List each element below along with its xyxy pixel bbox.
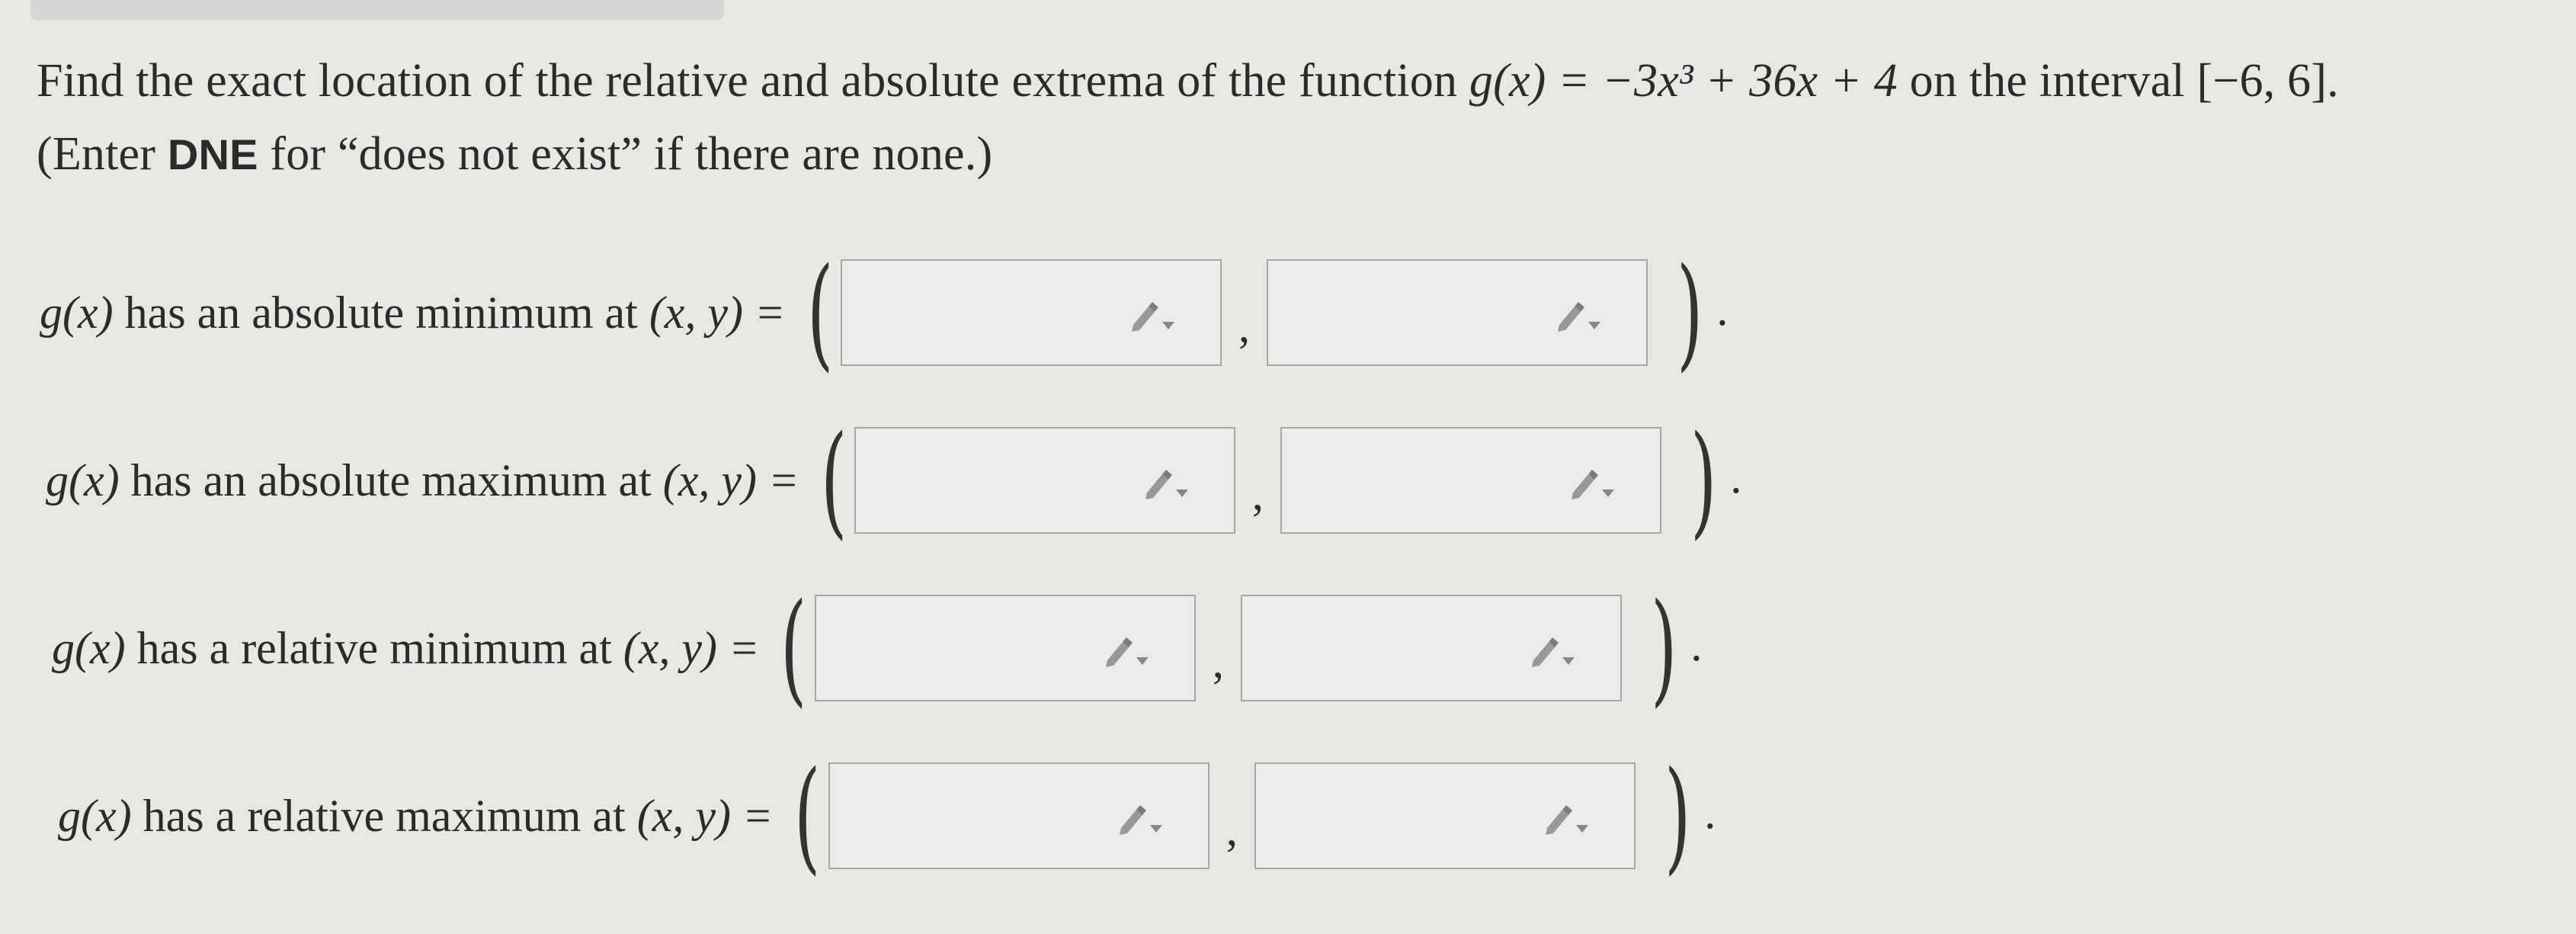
pencil-dropdown-icon[interactable] [1117,802,1165,836]
function-expression: g(x) = −3x³ + 36x + 4 [1469,55,1898,107]
relative-minimum-label: g(x) has a relative minimum at (x, y) = [52,622,760,673]
absolute-maximum-row: g(x) has an absolute maximum at (x, y) =… [46,416,1741,545]
open-paren: ( [794,744,821,887]
prompt-instruction-rest: for “does not exist” if there are none.) [258,128,993,180]
open-paren: ( [806,241,833,384]
open-paren: ( [780,576,807,719]
interval-expression: [−6, 6] [2196,55,2328,107]
prompt-line1-end: . [2327,55,2339,107]
absolute-maximum-x-box[interactable] [854,427,1235,534]
row-period: . [1716,284,1729,335]
coordinate-comma: , [1212,636,1224,687]
pencil-dropdown-icon[interactable] [1103,634,1152,668]
coordinate-comma: , [1251,468,1264,519]
pencil-dropdown-icon[interactable] [1543,802,1591,836]
prompt-interval-text: on the interval [1897,55,2197,107]
coordinate-comma: , [1226,804,1238,855]
pencil-dropdown-icon[interactable] [1142,467,1191,500]
absolute-maximum-label: g(x) has an absolute maximum at (x, y) = [46,454,799,506]
prompt-intro: Find the exact location of the relative … [37,55,1469,107]
close-paren: ) [1690,409,1717,551]
close-paren: ) [1676,241,1703,384]
relative-maximum-y-box[interactable] [1254,762,1636,869]
relative-minimum-row: g(x) has a relative minimum at (x, y) = … [52,583,1702,713]
pencil-dropdown-icon[interactable] [1129,299,1177,332]
top-tab-strip [30,0,724,20]
coordinate-comma: , [1238,300,1250,351]
pencil-dropdown-icon[interactable] [1555,299,1604,332]
absolute-minimum-label: g(x) has an absolute minimum at (x, y) = [40,287,786,338]
pencil-dropdown-icon[interactable] [1568,467,1617,500]
dne-keyword: DNE [167,130,258,178]
row-period: . [1704,787,1716,838]
prompt-instruction-open: (Enter [37,128,168,180]
absolute-minimum-row: g(x) has an absolute minimum at (x, y) =… [40,248,1728,377]
absolute-minimum-x-box[interactable] [840,259,1222,366]
relative-maximum-row: g(x) has a relative maximum at (x, y) = … [58,751,1716,881]
close-paren: ) [1650,576,1677,719]
question-prompt: Find the exact location of the relative … [37,44,2552,191]
close-paren: ) [1664,744,1691,887]
pencil-dropdown-icon[interactable] [1529,634,1578,668]
relative-minimum-y-box[interactable] [1240,595,1622,701]
row-period: . [1730,451,1742,502]
open-paren: ( [820,409,847,551]
relative-minimum-x-box[interactable] [814,595,1196,701]
row-period: . [1690,619,1703,670]
absolute-minimum-y-box[interactable] [1266,259,1648,366]
relative-maximum-label: g(x) has a relative maximum at (x, y) = [58,790,774,841]
relative-maximum-x-box[interactable] [828,762,1210,869]
absolute-maximum-y-box[interactable] [1280,427,1661,534]
